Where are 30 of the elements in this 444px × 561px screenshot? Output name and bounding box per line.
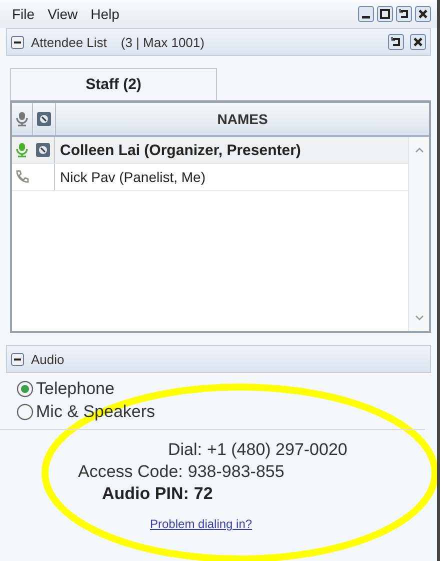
- detail-label: Access Code:: [78, 462, 183, 482]
- detail-value: +1 (480) 297-0020: [207, 440, 348, 460]
- panel-title: Audio: [31, 352, 64, 366]
- detail-label: Dial:: [168, 440, 202, 460]
- radio-button[interactable]: [16, 402, 34, 420]
- close-icon[interactable]: [410, 34, 426, 50]
- presenter-icon: [36, 111, 52, 127]
- scroll-up-icon[interactable]: [414, 147, 424, 153]
- tab[interactable]: Staff (2): [10, 68, 217, 100]
- minimize-icon[interactable]: [358, 6, 374, 22]
- collapse-icon[interactable]: [11, 352, 24, 366]
- detail-label: Audio PIN:: [102, 484, 189, 504]
- radio-button[interactable]: [16, 380, 34, 398]
- microphone-icon: [14, 111, 30, 127]
- close-icon[interactable]: [415, 6, 431, 22]
- detail-value: 72: [194, 484, 213, 504]
- attendee-count: (3 | Max 1001): [120, 34, 204, 50]
- menu-item[interactable]: Help: [90, 6, 120, 22]
- panel-title: Attendee List: [31, 34, 107, 50]
- dock-icon[interactable]: [388, 34, 404, 50]
- menu-item[interactable]: File: [12, 6, 35, 22]
- radio-label: Telephone: [36, 378, 114, 398]
- collapse-icon[interactable]: [11, 36, 24, 48]
- maximize-icon[interactable]: [377, 6, 393, 22]
- dock-icon[interactable]: [396, 6, 412, 22]
- help-link[interactable]: Problem dialing in?: [150, 517, 252, 531]
- scrollbar[interactable]: [408, 137, 429, 331]
- detail-value: 938-983-855: [188, 462, 284, 482]
- scroll-down-icon[interactable]: [414, 315, 424, 321]
- menu-item[interactable]: View: [48, 6, 78, 22]
